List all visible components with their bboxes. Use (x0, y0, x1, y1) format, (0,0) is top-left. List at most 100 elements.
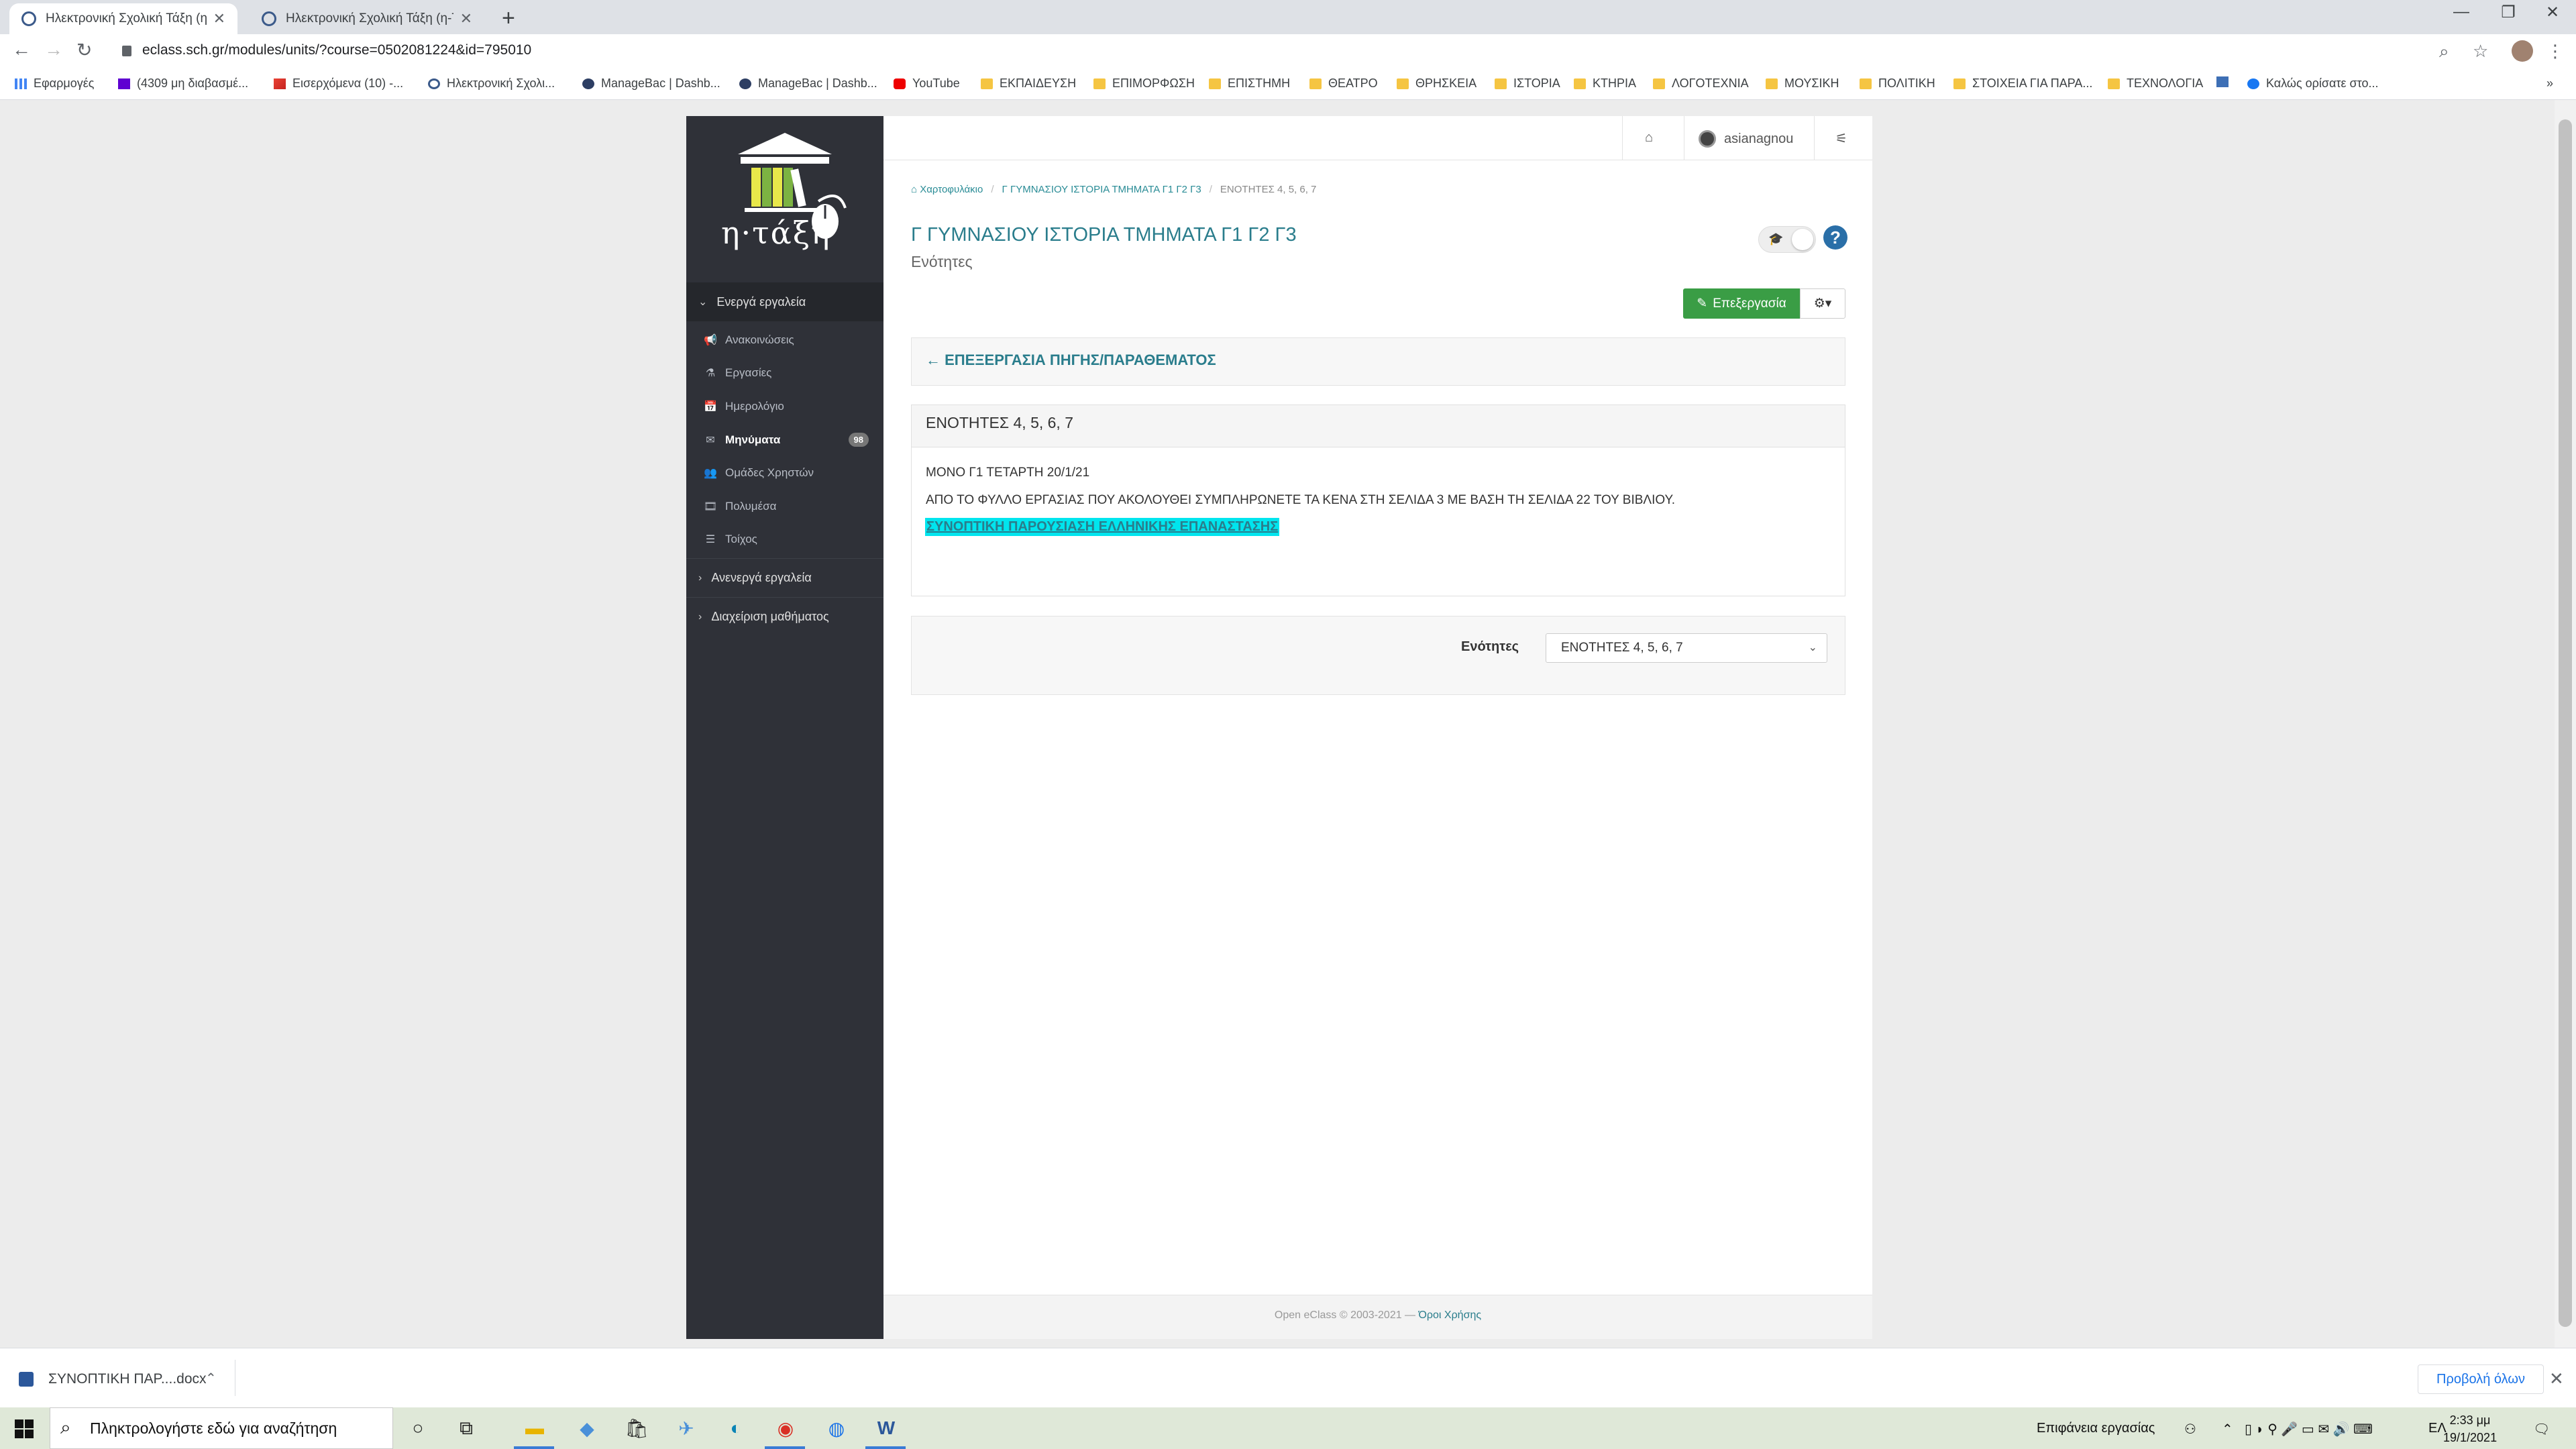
notifications-icon[interactable]: 🗨 (2533, 1421, 2550, 1438)
new-tab-button[interactable]: + (502, 5, 515, 32)
show-all-downloads-button[interactable]: Προβολή όλων (2418, 1364, 2544, 1394)
url-input[interactable]: eclass.sch.gr/modules/units/?course=0502… (142, 42, 531, 58)
restore-icon[interactable]: ❐ (2485, 3, 2532, 22)
download-bar (0, 1348, 2576, 1407)
sidebar-item-messages[interactable]: ✉ Μηνύματα 98 (686, 423, 883, 456)
minimize-icon[interactable]: — (2438, 3, 2485, 21)
reload-icon[interactable]: ↻ (76, 39, 92, 61)
facebook-icon (2247, 78, 2259, 89)
bookmark-youtube[interactable]: YouTube (894, 76, 960, 91)
sidebar-item-announcements[interactable]: 📢 Ανακοινώσεις (686, 323, 883, 356)
close-tab-icon[interactable]: ✕ (460, 10, 472, 28)
store-icon[interactable]: 🛍 (624, 1415, 649, 1441)
bookmark-star-icon[interactable]: ☆ (2473, 41, 2488, 62)
download-item[interactable]: ΣΥΝΟΠΤΙΚΗ ΠΑΡ....docx (48, 1371, 207, 1387)
list-icon: ☰ (705, 533, 716, 545)
zoom-icon[interactable]: ⌕ (2439, 41, 2449, 62)
settings-sliders-icon[interactable]: ⚟ (1835, 130, 1847, 147)
people-icon[interactable]: ⚇ (2184, 1421, 2196, 1438)
bookmark-folder-politiki[interactable]: ΠΟΛΙΤΙΚΗ (1860, 76, 1935, 91)
task-view-icon[interactable]: ⧉ (453, 1415, 479, 1441)
windows-start-icon[interactable] (15, 1419, 34, 1438)
menu-dots-icon[interactable]: ⋮ (2546, 41, 2564, 62)
chevron-right-icon: › (698, 610, 702, 623)
bookmark-folder-stoixeia[interactable]: ΣΤΟΙΧΕΙΑ ΓΙΑ ΠΑΡΑ... (1953, 76, 2092, 91)
messages-count-badge: 98 (848, 433, 869, 447)
sidebar-course-admin-header[interactable]: › Διαχείριση μαθήματος (686, 597, 883, 636)
bookmark-folder-thriskeia[interactable]: ΘΡΗΣΚΕΙΑ (1397, 76, 1477, 91)
terms-link[interactable]: Όροι Χρήσης (1419, 1309, 1482, 1321)
help-icon[interactable]: ? (1823, 225, 1847, 250)
bookmark-gmail[interactable]: Εισερχόμενα (10) -... (274, 76, 403, 91)
bookmark-folder-istoria[interactable]: ΙΣΤΟΡΙΑ (1495, 76, 1560, 91)
folder-icon (1953, 78, 1966, 89)
youtube-icon (894, 78, 906, 89)
bookmark-facebook[interactable]: Καλώς ορίσατε στο... (2247, 76, 2379, 91)
bookmark-folder-epimorfosi[interactable]: ΕΠΙΜΟΡΦΩΣΗ (1093, 76, 1195, 91)
back-link[interactable]: ← ΕΠΕΞΕΡΓΑΣΙΑ ΠΗΓΗΣ/ΠΑΡΑΘΕΜΑΤΟΣ (926, 352, 1216, 369)
system-tray-icons[interactable]: ▯ ◗ ⚲ 🎤 ▭ ✉ 🔊 ⌨ (2245, 1421, 2373, 1438)
page-title[interactable]: Γ ΓΥΜΝΑΣΙΟΥ ΙΣΤΟΡΙΑ ΤΜΗΜΑΤΑ Γ1 Γ2 Γ3 (911, 224, 1297, 246)
tab-title: Ηλεκτρονική Σχολική Τάξη (η-Τάξη) (46, 11, 207, 25)
sidebar-item-user-groups[interactable]: 👥 Ομάδες Χρηστών (686, 456, 883, 489)
forward-icon[interactable]: → (44, 39, 63, 60)
bookmark-folder-theatro[interactable]: ΘΕΑΤΡΟ (1309, 76, 1378, 91)
unit-text-line-1: ΜΟΝΟ Γ1 ΤΕΤΑΡΤΗ 20/1/21 (926, 466, 1090, 480)
bookmarks-overflow-icon[interactable]: » (2546, 76, 2553, 91)
envelope-icon: ✉ (706, 434, 715, 446)
bookmark-yahoo[interactable]: (4309 μη διαβασμέ... (118, 76, 248, 91)
file-explorer-icon[interactable]: ▬ (522, 1415, 547, 1441)
bookmark-sch[interactable] (2216, 76, 2235, 87)
sidebar-item-calendar[interactable]: 📅 Ημερολόγιο (686, 390, 883, 423)
desktop-toolbar[interactable]: Επιφάνεια εργασίας (2037, 1421, 2155, 1436)
photos-icon[interactable]: ◆ (574, 1415, 600, 1441)
sidebar-item-wall[interactable]: ☰ Τοίχος (686, 523, 883, 555)
browser-tab-1[interactable]: Ηλεκτρονική Σχολική Τάξη (η-Τάξη) ✕ (9, 3, 237, 34)
footer-text: Open eClass © 2003-2021 — Όροι Χρήσης (1274, 1309, 1482, 1321)
student-view-toggle[interactable]: 🎓 (1758, 226, 1816, 253)
avatar (1699, 130, 1716, 148)
chevron-up-icon[interactable]: ⌃ (205, 1370, 217, 1387)
breadcrumb: ⌂ Χαρτοφυλάκιο / Γ ΓΥΜΝΑΣΙΟΥ ΙΣΤΟΡΙΑ ΤΜΗΜΑ… (911, 184, 1317, 195)
bookmark-apps[interactable]: Εφαρμογές (15, 76, 94, 91)
browser-tab-2[interactable]: Ηλεκτρονική Σχολική Τάξη (η-Τάξη) ✕ (250, 3, 484, 34)
scrollbar-thumb[interactable] (2559, 119, 2572, 1327)
taskbar-search-input[interactable]: Πληκτρολογήστε εδώ για αναζήτηση (90, 1419, 337, 1438)
edge-icon[interactable]: ◐ (723, 1415, 749, 1441)
bookmark-managebac-1[interactable]: ManageBac | Dashb... (582, 76, 720, 91)
back-icon[interactable]: ← (12, 39, 31, 60)
bookmark-folder-texnologia[interactable]: ΤΕΧΝΟΛΟΓΙΑ (2108, 76, 2203, 91)
breadcrumb-course-link[interactable]: Γ ΓΥΜΝΑΣΙΟΥ ΙΣΤΟΡΙΑ ΤΜΗΜΑΤΑ Γ1 Γ2 Γ3 (1002, 184, 1201, 195)
edit-button[interactable]: ✎ Επεξεργασία (1683, 288, 1800, 319)
resource-link[interactable]: ΣΥΝΟΠΤΙΚΗ ΠΑΡΟΥΣΙΑΣΗ ΕΛΛΗΝΙΚΗΣ ΕΠΑΝΑΣΤΑΣ… (925, 518, 1280, 536)
settings-dropdown-button[interactable]: ⚙▾ (1800, 288, 1845, 319)
cortana-icon[interactable]: ○ (405, 1415, 431, 1441)
bookmark-eclass[interactable]: Ηλεκτρονική Σχολι... (428, 76, 555, 91)
app-icon[interactable]: ✈ (674, 1415, 699, 1441)
close-download-bar-icon[interactable]: ✕ (2549, 1368, 2564, 1389)
sidebar-item-assignments[interactable]: ⚗ Εργασίες (686, 356, 883, 389)
sidebar-active-tools-header[interactable]: ⌄ Ενεργά εργαλεία (686, 282, 883, 321)
bookmark-folder-ktiria[interactable]: ΚΤΗΡΙΑ (1574, 76, 1636, 91)
units-select[interactable]: ΕΝΟΤΗΤΕΣ 4, 5, 6, 7 ⌄ (1546, 633, 1827, 663)
taskbar-active-indicator (765, 1446, 805, 1449)
word-icon[interactable]: W (873, 1415, 899, 1441)
bookmark-folder-mousiki[interactable]: ΜΟΥΣΙΚΗ (1766, 76, 1839, 91)
sidebar-item-multimedia[interactable]: 🎞 Πολυμέσα (686, 490, 883, 523)
chrome-icon[interactable]: ◉ (773, 1415, 798, 1441)
window-close-icon[interactable]: ✕ (2529, 3, 2576, 22)
show-hidden-icons[interactable]: ⌃ (2222, 1421, 2233, 1438)
bookmark-folder-epistimi[interactable]: ΕΠΙΣΤΗΜΗ (1209, 76, 1290, 91)
sidebar-inactive-tools-header[interactable]: › Ανενεργά εργαλεία (686, 558, 883, 597)
web-app-icon[interactable]: ◍ (824, 1415, 849, 1441)
username: asianagnou (1724, 131, 1794, 146)
user-menu[interactable]: asianagnou (1699, 130, 1793, 148)
bookmark-folder-ekpaideusi[interactable]: ΕΚΠΑΙΔΕΥΣΗ (981, 76, 1076, 91)
bookmark-managebac-2[interactable]: ManageBac | Dashb... (739, 76, 877, 91)
breadcrumb-home-link[interactable]: Χαρτοφυλάκιο (920, 184, 983, 195)
close-tab-icon[interactable]: ✕ (213, 10, 225, 28)
bookmark-folder-logotexnia[interactable]: ΛΟΓΟΤΕΧΝΙΑ (1653, 76, 1749, 91)
taskbar-clock[interactable]: 2:33 μμ 19/1/2021 (2443, 1411, 2497, 1446)
home-icon[interactable]: ⌂ (1645, 130, 1653, 146)
profile-avatar[interactable] (2512, 40, 2533, 62)
